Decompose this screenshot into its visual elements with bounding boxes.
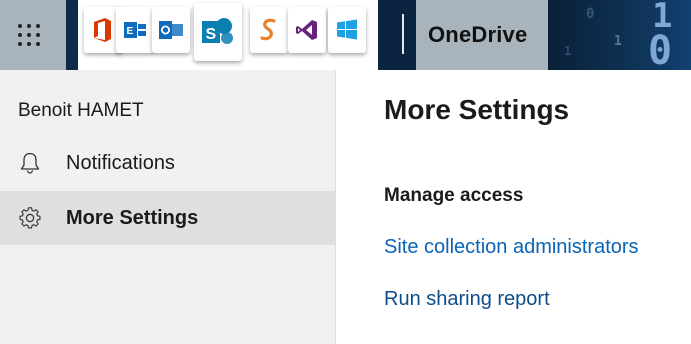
windows-icon <box>337 19 357 40</box>
app-name: OneDrive <box>428 22 528 47</box>
nav-item-label: Notifications <box>66 151 175 174</box>
nav-item-label: More Settings <box>66 206 199 229</box>
nav-item-more-settings[interactable]: More Settings <box>0 191 335 245</box>
sharepoint-app-tile[interactable]: S <box>194 3 242 61</box>
settings-content: More Settings Manage access Site collect… <box>336 70 691 344</box>
suite-bar: E S OneDrive 1 0 1 0 1 <box>0 0 691 70</box>
windows-app-tile[interactable] <box>328 7 366 53</box>
run-sharing-report-link[interactable]: Run sharing report <box>384 288 550 311</box>
binary-glyph: 0 <box>648 28 673 70</box>
sway-icon <box>260 18 276 41</box>
settings-navigation-panel: Benoit HAMET Notifications More Settings <box>0 70 336 344</box>
outlook-app-tile[interactable] <box>152 7 190 53</box>
outlook-icon <box>159 21 183 39</box>
binary-glyph: 0 <box>586 6 595 22</box>
app-logo-strip: E S <box>78 0 378 70</box>
bell-icon <box>20 152 40 174</box>
svg-text:S: S <box>206 26 217 43</box>
exchange-icon: E <box>124 22 146 38</box>
nav-item-notifications[interactable]: Notifications <box>0 136 335 190</box>
suite-bar-gap <box>378 0 416 70</box>
exchange-app-tile[interactable]: E <box>116 7 154 53</box>
binary-glyph: 1 <box>564 44 572 58</box>
svg-text:E: E <box>127 26 134 37</box>
suite-bar-divider <box>402 14 404 54</box>
visual-studio-icon <box>296 20 317 40</box>
page-title: More Settings <box>384 94 570 125</box>
user-name: Benoit HAMET <box>18 100 144 121</box>
app-launcher-button[interactable] <box>0 0 66 70</box>
binary-glyph: 1 <box>614 34 622 49</box>
visual-studio-app-tile[interactable] <box>288 7 326 53</box>
sharepoint-icon: S <box>202 18 233 44</box>
onedrive-brand-link[interactable]: OneDrive <box>416 0 548 70</box>
waffle-icon <box>18 24 40 46</box>
sway-app-tile[interactable] <box>250 7 288 53</box>
gear-icon <box>19 207 41 229</box>
office-icon <box>94 18 111 42</box>
suite-bar-background-art: 1 0 1 0 1 <box>548 0 691 70</box>
site-collection-administrators-link[interactable]: Site collection administrators <box>384 236 639 259</box>
section-heading-manage-access: Manage access <box>384 185 524 206</box>
